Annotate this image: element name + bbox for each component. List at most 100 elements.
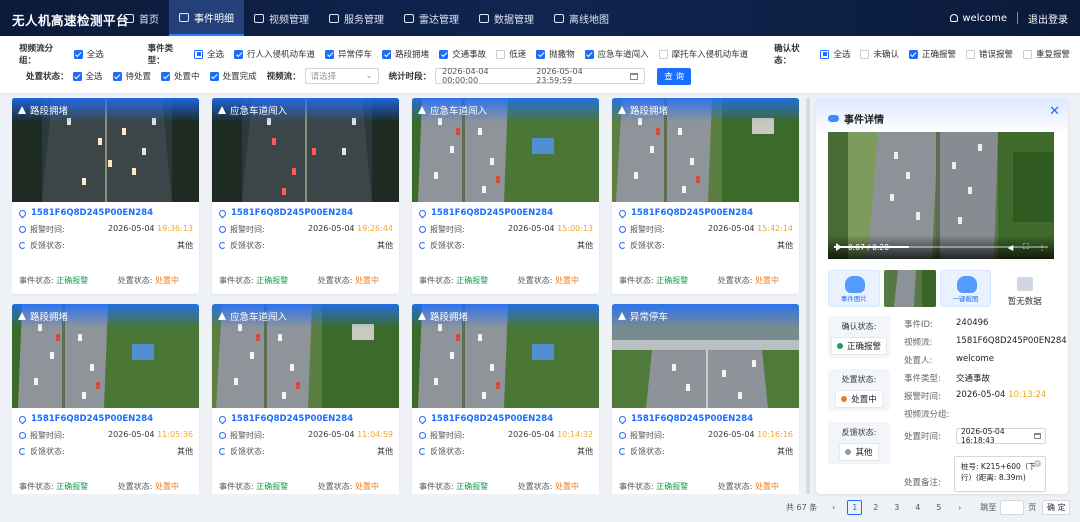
stream-group-all-checkbox[interactable]: 全选 — [73, 48, 104, 60]
pagination: 共 67 条 ‹ 12345 › 跳至 页 确 定 — [786, 500, 1071, 515]
confirmStates-checkbox-0[interactable]: 全选 — [820, 48, 850, 60]
nav-item-2[interactable]: 视频管理 — [244, 0, 319, 36]
radar-icon — [404, 13, 414, 23]
stream-id[interactable]: 1581F6Q8D245P00EN284 — [217, 208, 353, 218]
clear-icon[interactable]: × — [1034, 460, 1041, 467]
report-time-value: 2026-05-04 11:05:36 — [108, 430, 193, 441]
event-thumbnail[interactable]: 应急车道闯入 — [412, 98, 599, 202]
eventTypes-checkbox-5[interactable]: 低速 — [496, 48, 526, 60]
query-button[interactable]: 查 询 — [657, 67, 692, 85]
logout-button[interactable]: 退出登录 — [1028, 11, 1068, 26]
handle-status-pill[interactable]: 处置中 — [835, 390, 883, 408]
confirmStates-checkbox-2[interactable]: 正确报警 — [908, 48, 956, 60]
goto-confirm-button[interactable]: 确 定 — [1042, 500, 1071, 515]
eventTypes-checkbox-7[interactable]: 应急车道闯入 — [584, 48, 649, 60]
field-key: 报警时间: — [904, 392, 941, 402]
handle-status-label: 处置状态: — [117, 482, 153, 491]
nav-item-4[interactable]: 雷达管理 — [394, 0, 469, 36]
event-thumbnail[interactable]: 应急车道闯入 — [212, 304, 399, 408]
event-card[interactable]: 路段拥堵 1581F6Q8D245P00EN284 报警时间: 2026-05-04 … — [612, 98, 799, 294]
stream-id[interactable]: 1581F6Q8D245P00EN284 — [17, 208, 153, 218]
goto-page-input[interactable] — [1000, 500, 1025, 515]
event-status-value: 正确报警 — [656, 482, 689, 491]
handle-time-input[interactable]: 2026-05-04 16:18:43 — [956, 427, 1046, 445]
nav-item-5[interactable]: 数据管理 — [469, 0, 544, 36]
event-card[interactable]: 路段拥堵 1581F6Q8D245P00EN284 报警时间: 2026-05-04 … — [12, 304, 199, 494]
eventTypes-checkbox-3[interactable]: 路段拥堵 — [382, 48, 429, 60]
event-thumbnail[interactable]: 路段拥堵 — [12, 304, 199, 408]
report-clock: 15:00:13 — [557, 224, 593, 233]
report-time-value: 2026-05-04 19:36:13 — [108, 224, 193, 235]
event-card[interactable]: 应急车道闯入 1581F6Q8D245P00EN284 报警时间: 2026-05-0… — [212, 98, 399, 294]
confirm-status-pill[interactable]: 正确报警 — [830, 337, 887, 355]
stream-id[interactable]: 1581F6Q8D245P00EN284 — [417, 414, 553, 424]
status-label: 反馈状态: — [841, 428, 877, 437]
nav-item-0[interactable]: 首页 — [114, 0, 169, 36]
handle-note-textarea[interactable]: 桩号: K215+600（下行）(距离: 8.39m) × — [954, 456, 1046, 492]
page-4[interactable]: 4 — [910, 500, 925, 515]
event-thumbnail[interactable]: 路段拥堵 — [612, 98, 799, 202]
screenshot-button[interactable]: 一键截图 — [939, 270, 992, 307]
date-range-picker[interactable]: 2026-04-04 00:00:00 2026-05-04 23:59:59 — [435, 67, 646, 85]
video-progress[interactable] — [834, 246, 1048, 248]
stream-id[interactable]: 1581F6Q8D245P00EN284 — [17, 414, 153, 424]
page-2[interactable]: 2 — [868, 500, 883, 515]
feedback-value: 其他 — [377, 241, 393, 250]
handle-status-label: 处置状态: — [717, 482, 753, 491]
report-clock: 19:36:13 — [157, 224, 193, 233]
event-card[interactable]: 路段拥堵 1581F6Q8D245P00EN284 报警时间: 2026-05-04 … — [12, 98, 199, 294]
handleStates-checkbox-3[interactable]: 处置完成 — [209, 70, 257, 82]
nav-item-3[interactable]: 服务管理 — [319, 0, 394, 36]
feedback-status-pill[interactable]: 其他 — [839, 443, 879, 461]
page-1[interactable]: 1 — [847, 500, 863, 515]
prev-page-icon[interactable]: ‹ — [826, 500, 841, 515]
handleStates-checkbox-1[interactable]: 待处置 — [112, 70, 151, 82]
page-3[interactable]: 3 — [889, 500, 904, 515]
eventTypes-checkbox-2[interactable]: 异常停车 — [325, 48, 372, 60]
event-card[interactable]: 路段拥堵 1581F6Q8D245P00EN284 报警时间: 2026-05-04 … — [412, 304, 599, 494]
event-thumbnail[interactable]: 异常停车 — [612, 304, 799, 408]
event-video-player[interactable]: 0:07 / 0:20 ◀ ⛶ ⋮ — [828, 132, 1054, 259]
stream-id[interactable]: 1581F6Q8D245P00EN284 — [617, 414, 753, 424]
checkbox-label: 低速 — [509, 50, 527, 60]
event-thumbnail[interactable]: 路段拥堵 — [412, 304, 599, 408]
nav-item-1[interactable]: 事件明细 — [169, 0, 244, 36]
event-status: 事件状态: 正确报警 — [619, 275, 688, 286]
eventTypes-checkbox-4[interactable]: 交通事故 — [439, 48, 486, 60]
detail-title: 事件详情 — [828, 111, 884, 126]
video-stream-select[interactable]: 请选择 ⌄ — [304, 68, 379, 84]
nav-item-6[interactable]: 离线地图 — [544, 0, 619, 36]
stream-id[interactable]: 1581F6Q8D245P00EN284 — [217, 414, 353, 424]
next-page-icon[interactable]: › — [952, 500, 967, 515]
eventTypes-checkbox-6[interactable]: 抛撒物 — [536, 48, 575, 60]
event-thumbnail[interactable]: 应急车道闯入 — [212, 98, 399, 202]
stream-id[interactable]: 1581F6Q8D245P00EN284 — [617, 208, 753, 218]
event-card[interactable]: 应急车道闯入 1581F6Q8D245P00EN284 报警时间: 2026-05-0… — [412, 98, 599, 294]
eventTypes-checkbox-8[interactable]: 摩托车入侵机动车道 — [658, 48, 748, 60]
confirm-status-box: 确认状态: 正确报警 — [828, 316, 890, 358]
event-image-button[interactable]: 事件图片 — [828, 270, 880, 307]
field-key: 处置备注: — [904, 478, 941, 488]
confirmStates-checkbox-3[interactable]: 错误报警 — [965, 48, 1013, 60]
page-5[interactable]: 5 — [931, 500, 946, 515]
stream-id[interactable]: 1581F6Q8D245P00EN284 — [417, 208, 553, 218]
close-icon[interactable]: ✕ — [1049, 104, 1060, 119]
event-tag: 应急车道闯入 — [212, 304, 399, 328]
checkbox-label: 应急车道闯入 — [597, 50, 649, 60]
event-card[interactable]: 应急车道闯入 1581F6Q8D245P00EN284 报警时间: 2026-05-0… — [212, 304, 399, 494]
event-image-thumb[interactable] — [883, 270, 936, 307]
handle-status: 处置状态: 处置中 — [318, 481, 379, 492]
eventTypes-checkbox-1[interactable]: 行人入侵机动车道 — [234, 48, 315, 60]
type-row: 事件类型: 交通事故 — [904, 372, 990, 384]
handleStates-checkbox-0[interactable]: 全选 — [72, 70, 103, 82]
event-thumbnail[interactable]: 路段拥堵 — [12, 98, 199, 202]
confirmStates-checkbox-1[interactable]: 未确认 — [860, 48, 899, 60]
username[interactable]: welcome — [962, 13, 1007, 24]
report-time-label: 报警时间: — [219, 430, 265, 441]
label-text: 报警时间: — [630, 225, 665, 234]
confirmStates-checkbox-4[interactable]: 重复报警 — [1023, 48, 1070, 60]
handleStates-checkbox-2[interactable]: 处置中 — [161, 70, 200, 82]
grid-scrollbar[interactable] — [806, 98, 810, 494]
event-card[interactable]: 异常停车 1581F6Q8D245P00EN284 报警时间: 2026-05-04 … — [612, 304, 799, 494]
eventTypes-checkbox-0[interactable]: 全选 — [194, 48, 224, 60]
